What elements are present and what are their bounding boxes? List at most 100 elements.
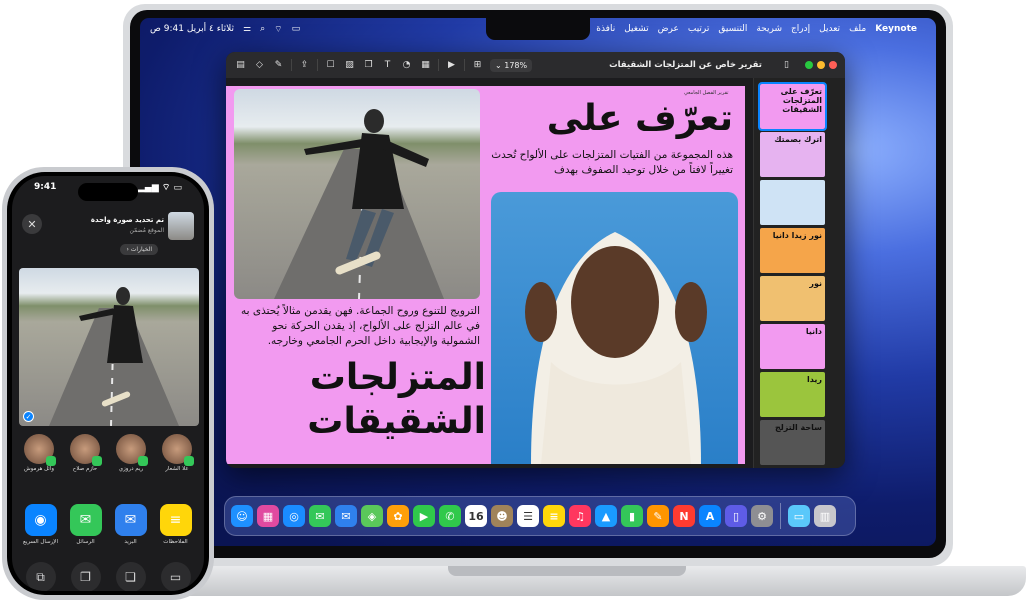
slide-thumbnail[interactable]: تعرّف على المتزلجات الشقيقات1 — [758, 82, 827, 131]
iphone-frame: 9:41 ▂▄▆ ⌔ ▭ ✕ تم تحديد صورة واحدة الموق… — [2, 167, 214, 600]
airdrop-contact[interactable]: علا الشعار — [158, 434, 196, 494]
comment-icon[interactable]: ☐ — [324, 59, 337, 72]
menu-item[interactable]: عرض — [658, 24, 679, 34]
menu-item[interactable]: ترتيب — [688, 24, 710, 34]
zoom-value: 178% — [504, 60, 528, 70]
slide-thumbnail[interactable]: نور — [760, 276, 825, 321]
menu-item[interactable]: شريحة — [756, 24, 782, 34]
animate-icon[interactable]: ✎ — [272, 59, 285, 72]
table-icon[interactable]: ▦ — [419, 59, 432, 72]
zoom-control[interactable]: ⌄ 178% — [490, 58, 533, 72]
slide-navigator: تعرّف على المتزلجات الشقيقات1 اترك بصمتك ن… — [753, 78, 845, 468]
settings-icon[interactable]: ⚙ — [751, 505, 773, 527]
keynote-icon[interactable]: ▲ — [595, 505, 617, 527]
photos-icon[interactable]: ✿ — [387, 505, 409, 527]
appstore-icon[interactable]: A — [699, 505, 721, 527]
news-icon[interactable]: N — [673, 505, 695, 527]
sidebar-icon[interactable]: ▯ — [780, 59, 793, 72]
chart-icon[interactable]: ◔ — [400, 59, 413, 72]
share-sheet-header: ✕ تم تحديد صورة واحدة الموقع مُضمّن الخي… — [12, 210, 204, 264]
iphone-mirroring-icon[interactable]: ▯ — [725, 505, 747, 527]
selected-photo[interactable]: ✓ — [19, 268, 199, 426]
contacts-icon[interactable]: ☻ — [491, 505, 513, 527]
play-icon[interactable]: ▶ — [445, 59, 458, 72]
media-icon[interactable]: ▨ — [343, 59, 356, 72]
app-name[interactable]: Keynote — [875, 24, 917, 34]
app-icon: ≡ — [159, 504, 192, 536]
portrait-photo[interactable] — [491, 192, 738, 464]
airdrop-contact[interactable]: حازم صلاح — [66, 434, 104, 494]
duplicate-icon[interactable]: ❏ — [115, 562, 146, 591]
slide-main-title[interactable]: المتزلجات الشقيقات — [276, 356, 486, 444]
calendar-icon[interactable]: 16 — [465, 505, 487, 527]
messages-icon[interactable]: ✉ — [309, 505, 331, 527]
slide-thumbnail-label: ساحة التزلج — [774, 423, 822, 432]
add-slide-icon[interactable]: ⊞ — [471, 59, 484, 72]
avatar — [116, 434, 148, 466]
facetime-icon[interactable]: ▶ — [413, 505, 435, 527]
menu-item[interactable]: نافذة — [596, 24, 615, 34]
slide-headline[interactable]: تعرّف على — [547, 98, 734, 139]
close-icon[interactable]: ✕ — [22, 214, 42, 234]
menu-item[interactable]: تعديل — [819, 24, 840, 34]
keynote-window: ▤ ◇ ✎ ⇪ ☐ ▨ ❒ T ◔ ▦ ▶ ⊞ ⌄ 178% تقرير خاص… — [226, 52, 845, 468]
datetime[interactable]: ثلاثاء ٤ أبريل 9:41 ص — [150, 24, 234, 34]
slide-thumbnail[interactable] — [760, 180, 825, 225]
phone-icon[interactable]: ✆ — [439, 505, 461, 527]
airdrop-contact[interactable]: ريم دروزي — [112, 434, 150, 494]
app-icon: ✉ — [69, 504, 102, 536]
controlcenter-icon[interactable]: ⚌ — [243, 24, 251, 34]
slide-thumbnail[interactable]: نور زيدا دانيا — [760, 228, 825, 273]
app-icon: ◉ — [24, 504, 57, 536]
reminders-icon[interactable]: ☰ — [517, 505, 539, 527]
mail-icon[interactable]: ✉ — [335, 505, 357, 527]
maps-icon[interactable]: ◈ — [361, 505, 383, 527]
share-app[interactable]: ✉ الرسائل — [66, 504, 106, 554]
slide-byline[interactable]: تقرير الفصل الجامعي — [684, 90, 729, 96]
skateboarder-photo[interactable] — [234, 89, 480, 299]
music-icon[interactable]: ♫ — [569, 505, 591, 527]
numbers-icon[interactable]: ▮ — [621, 505, 643, 527]
launchpad-icon[interactable]: ▦ — [257, 505, 279, 527]
slide-thumbnail[interactable]: دانيا — [760, 324, 825, 369]
menu-item[interactable]: إدراج — [791, 24, 810, 34]
slide-thumbnail[interactable]: اترك بصمتك — [760, 132, 825, 177]
copy-icon[interactable]: ⧉ — [25, 562, 56, 591]
app-menus: ملف تعديل إدراج شريحة التنسيق ترتيب عرض تشغيل نا… — [557, 24, 866, 34]
share-app[interactable]: ✉ البريد — [111, 504, 151, 554]
menu-item[interactable]: ملف — [849, 24, 866, 34]
slide-intro-text[interactable]: هذه المجموعة من الفتيات المتزلجات على ال… — [488, 148, 733, 178]
wifi-icon[interactable]: ⌔ — [274, 24, 282, 35]
contact-name: حازم صلاح — [72, 466, 98, 472]
folder-icon[interactable]: ▭ — [788, 505, 810, 527]
airplay-icon[interactable]: ▭ — [160, 562, 191, 591]
options-button[interactable]: الخيارات ‹ — [120, 244, 158, 255]
menu-item[interactable]: تشغيل — [624, 24, 648, 34]
zoom-window-button[interactable] — [805, 61, 813, 69]
notes-icon[interactable]: ≡ — [543, 505, 565, 527]
pages-icon[interactable]: ✎ — [647, 505, 669, 527]
minimize-button[interactable] — [817, 61, 825, 69]
airdrop-contact[interactable]: وائل هرموش — [20, 434, 58, 494]
slide-body-text[interactable]: الترويج للتنوع وروح الجماعة. فهن يقدمن م… — [234, 304, 480, 349]
close-window-button[interactable] — [829, 61, 837, 69]
text-icon[interactable]: T — [381, 59, 394, 72]
share-app[interactable]: ◉ الإرسال السريع — [21, 504, 61, 554]
slide-canvas[interactable]: تقرير الفصل الجامعي تعرّف على هذه المجمو… — [226, 86, 745, 464]
safari-icon[interactable]: ◎ — [283, 505, 305, 527]
trash-icon[interactable]: ▥ — [814, 505, 836, 527]
stack-icon[interactable]: ❐ — [70, 562, 101, 591]
slide-thumbnail[interactable]: ساحة التزلج — [760, 420, 825, 465]
view-icon[interactable]: ▤ — [234, 59, 247, 72]
menu-item[interactable]: التنسيق — [718, 24, 747, 34]
format-icon[interactable]: ◇ — [253, 59, 266, 72]
slide-thumbnail[interactable]: ريدا — [760, 372, 825, 417]
search-icon[interactable]: ⌕ — [260, 24, 265, 34]
share-icon[interactable]: ⇪ — [298, 59, 311, 72]
finder-icon[interactable]: ☺ — [231, 505, 253, 527]
contact-name: علا الشعار — [165, 466, 189, 472]
iphone-time: 9:41 — [34, 182, 57, 192]
battery-icon[interactable]: ▭ — [292, 24, 301, 34]
shape-icon[interactable]: ❒ — [362, 59, 375, 72]
share-app[interactable]: ≡ الملاحظات — [156, 504, 196, 554]
